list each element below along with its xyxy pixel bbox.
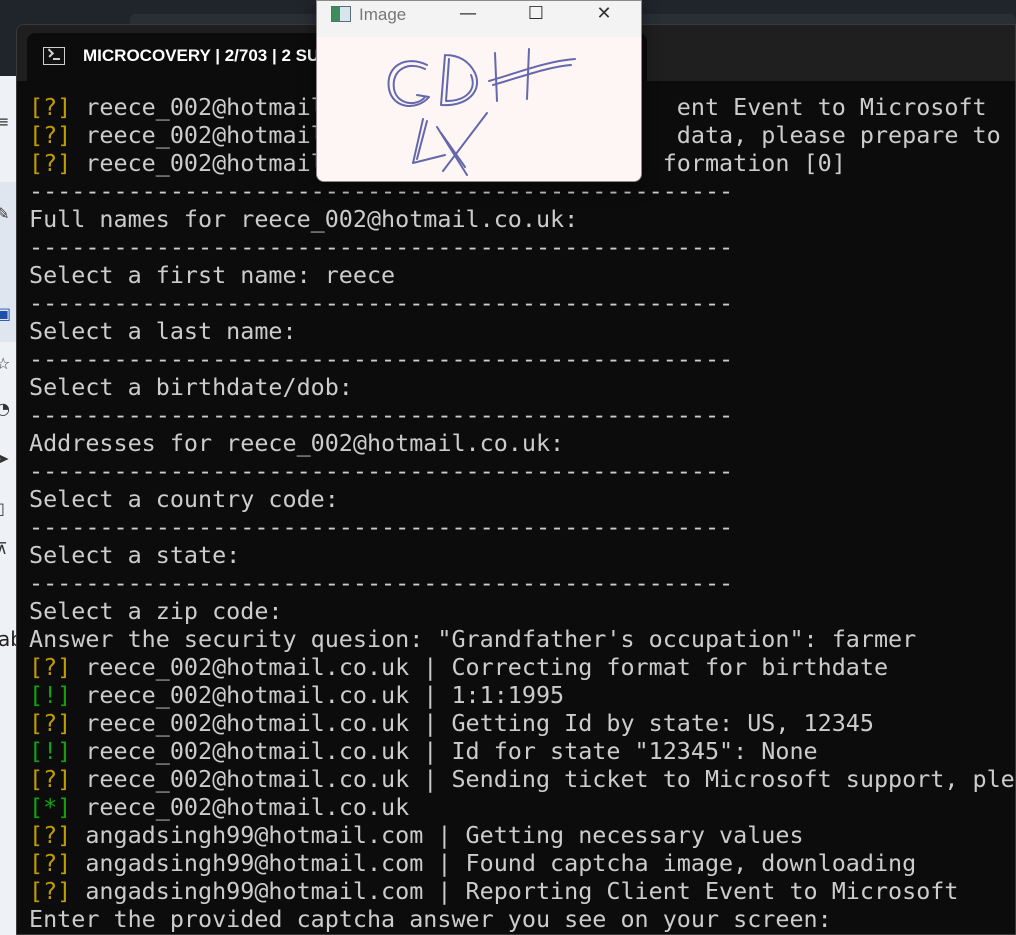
image-window-titlebar[interactable]: Image — ☐ ✕	[317, 1, 641, 37]
status-tag: [?]	[29, 765, 72, 793]
image-window-title: Image	[359, 5, 407, 24]
terminal-line: ----------------------------------------…	[29, 401, 1015, 429]
terminal-line-text: Addresses for reece_002@hotmail.co.uk:	[29, 429, 565, 457]
terminal-line-text: Select a first name: reece	[29, 261, 396, 289]
terminal-line-text: Answer the security quesion: "Grandfathe…	[29, 625, 917, 653]
terminal-line: [!] reece_002@hotmail.co.uk | Id for sta…	[29, 737, 1015, 765]
terminal-line-text: reece_002@hotmail.co.uk	[71, 793, 410, 821]
terminal-line: [?] angadsingh99@hotmail.com | Reporting…	[29, 877, 1015, 905]
close-button[interactable]: ✕	[581, 1, 627, 31]
terminal-line: [?] reece_002@hotmail.co.uk | Getting Id…	[29, 709, 1015, 737]
status-tag: [!]	[29, 681, 72, 709]
terminal-line-text: Select a country code:	[29, 485, 339, 513]
captcha-image-window[interactable]: Image — ☐ ✕	[316, 0, 642, 182]
terminal-line-text: angadsingh99@hotmail.com | Getting neces…	[71, 821, 804, 849]
save-icon[interactable]: ▣	[0, 306, 12, 322]
captcha-drawing	[387, 48, 576, 176]
pen-icon[interactable]: ✎	[0, 206, 12, 222]
minimize-button[interactable]: —	[445, 1, 491, 31]
menu-icon[interactable]: ≡	[0, 114, 12, 130]
terminal-line: Full names for reece_002@hotmail.co.uk:	[29, 205, 1015, 233]
terminal-line: Select a last name:	[29, 317, 1015, 345]
terminal-line: Select a first name: reece	[29, 261, 1015, 289]
terminal-line-text: ----------------------------------------…	[29, 457, 734, 485]
terminal-output[interactable]: [?] reece_002@hotmail ent Event to Micro…	[29, 93, 1016, 934]
terminal-line: Answer the security quesion: "Grandfathe…	[29, 625, 1015, 653]
terminal-line: [?] angadsingh99@hotmail.com | Found cap…	[29, 849, 1015, 877]
terminal-line: [?] angadsingh99@hotmail.com | Getting n…	[29, 821, 1015, 849]
terminal-line-text: Select a state:	[29, 541, 241, 569]
terminal-line: Enter the provided captcha answer you se…	[29, 905, 1015, 933]
terminal-line: Select a state:	[29, 541, 1015, 569]
terminal-line: ----------------------------------------…	[29, 569, 1015, 597]
terminal-line-text: Select a last name:	[29, 317, 297, 345]
desktop: ≡ ✎ ▣ ☆ ◔ ➤ ▯ ⊼ ab MICROCOVERY | 2/703 |…	[0, 0, 1016, 935]
terminal-line-text: reece_002@hotmail.co.uk | 1:1:1995	[71, 681, 565, 709]
send-icon[interactable]: ➤	[0, 451, 12, 467]
terminal-line-text: reece_002@hotmail.co.uk | Sending ticket…	[71, 765, 1016, 793]
terminal-line-text: ----------------------------------------…	[29, 233, 734, 261]
terminal-line-text: ----------------------------------------…	[29, 345, 734, 373]
terminal-line: Addresses for reece_002@hotmail.co.uk:	[29, 429, 1015, 457]
terminal-line-text: reece_002@hotmail.co.uk | Getting Id by …	[71, 709, 874, 737]
terminal-title: MICROCOVERY | 2/703 | 2 SU	[83, 46, 320, 65]
status-tag: [?]	[29, 653, 72, 681]
terminal-line-text: reece_002@hotmail.co.uk | Id for state "…	[71, 737, 818, 765]
captcha-image	[317, 37, 641, 181]
terminal-line-text: angadsingh99@hotmail.com | Found captcha…	[71, 849, 917, 877]
status-tag: [?]	[29, 121, 72, 149]
status-tag: [!]	[29, 737, 72, 765]
status-tag: [?]	[29, 877, 72, 905]
terminal-line-text: Select a zip code:	[29, 597, 283, 625]
terminal-line-text: ----------------------------------------…	[29, 401, 734, 429]
terminal-line-text: Full names for reece_002@hotmail.co.uk:	[29, 205, 579, 233]
terminal-icon	[43, 47, 65, 65]
pin-icon[interactable]: ⊼	[0, 541, 12, 557]
terminal-line: Select a birthdate/dob:	[29, 373, 1015, 401]
status-tag: [?]	[29, 93, 72, 121]
terminal-line: Select a country code:	[29, 485, 1015, 513]
terminal-line: ----------------------------------------…	[29, 513, 1015, 541]
terminal-line: Select a zip code:	[29, 597, 1015, 625]
terminal-line-text: reece_002@hotmail.co.uk | Correcting for…	[71, 653, 889, 681]
status-tag: [?]	[29, 821, 72, 849]
terminal-line: [?] reece_002@hotmail.co.uk | Sending ti…	[29, 765, 1016, 793]
status-tag: [?]	[29, 709, 72, 737]
terminal-line-text: Select a birthdate/dob:	[29, 373, 353, 401]
status-tag: [?]	[29, 849, 72, 877]
status-tag: [*]	[29, 793, 72, 821]
terminal-line-text: Enter the provided captcha answer you se…	[29, 905, 832, 933]
terminal-line: ----------------------------------------…	[29, 233, 1015, 261]
terminal-line-text: ----------------------------------------…	[29, 513, 734, 541]
terminal-line-text: ----------------------------------------…	[29, 289, 734, 317]
terminal-line: ----------------------------------------…	[29, 289, 1015, 317]
image-app-icon	[331, 6, 351, 22]
terminal-line-text: angadsingh99@hotmail.com | Reporting Cli…	[71, 877, 959, 905]
terminal-line-text: ----------------------------------------…	[29, 569, 734, 597]
status-tag: [?]	[29, 149, 72, 177]
terminal-line: [?] reece_002@hotmail.co.uk | Correcting…	[29, 653, 1015, 681]
maximize-button[interactable]: ☐	[513, 1, 559, 31]
clipboard-icon[interactable]: ▯	[0, 501, 12, 517]
star-icon[interactable]: ☆	[0, 356, 12, 372]
terminal-line: ----------------------------------------…	[29, 345, 1015, 373]
terminal-line: ----------------------------------------…	[29, 457, 1015, 485]
terminal-line: [*] reece_002@hotmail.co.uk	[29, 793, 1015, 821]
history-icon[interactable]: ◔	[0, 401, 12, 417]
terminal-line: [!] reece_002@hotmail.co.uk | 1:1:1995	[29, 681, 1015, 709]
